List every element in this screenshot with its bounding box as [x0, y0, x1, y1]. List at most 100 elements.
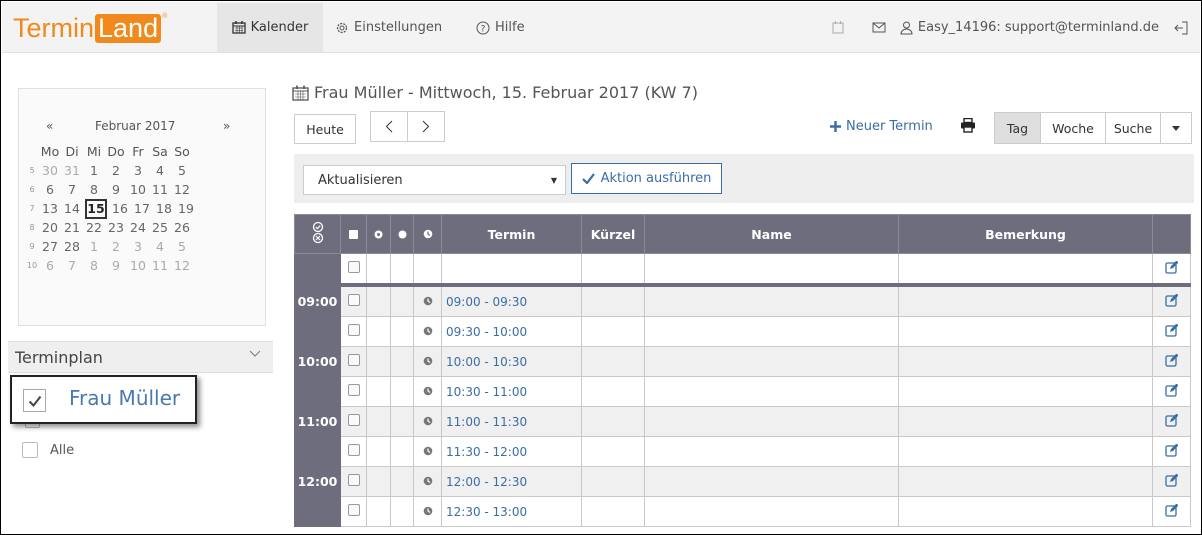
row-checkbox[interactable]: [347, 414, 360, 426]
edit-cell[interactable]: [1152, 496, 1191, 527]
edit-cell[interactable]: [1152, 284, 1191, 317]
calendar-day[interactable]: 21: [61, 220, 83, 235]
action-select[interactable]: Aktualisieren ▼: [303, 165, 566, 195]
calendar-day[interactable]: 26: [171, 220, 193, 235]
calendar-day[interactable]: 12: [171, 258, 193, 273]
calendar-day[interactable]: 7: [61, 182, 83, 197]
termin-header[interactable]: Termin: [441, 214, 582, 254]
bemerkung-cell[interactable]: [898, 406, 1153, 437]
name-header[interactable]: Name: [644, 214, 899, 254]
alle-checkbox[interactable]: [22, 442, 38, 458]
view-suche-button[interactable]: Suche: [1105, 112, 1161, 144]
calendar-day[interactable]: 18: [153, 201, 175, 216]
calendar-day[interactable]: 4: [149, 239, 171, 254]
calendar-day[interactable]: 27: [39, 239, 61, 254]
execute-action-button[interactable]: Aktion ausführen: [571, 163, 722, 194]
edit-cell[interactable]: [1152, 466, 1191, 497]
name-cell[interactable]: [644, 466, 899, 497]
edit-icon[interactable]: [1165, 323, 1179, 337]
edit-icon[interactable]: [1165, 353, 1179, 367]
name-cell[interactable]: [644, 436, 899, 467]
name-cell[interactable]: [644, 376, 899, 407]
bemerkung-cell[interactable]: [898, 253, 1153, 287]
calendar-day[interactable]: 6: [39, 182, 61, 197]
calendar-day[interactable]: 1: [83, 239, 105, 254]
view-tag-button[interactable]: Tag: [994, 112, 1041, 144]
calendar-day[interactable]: 5: [171, 163, 193, 178]
name-cell[interactable]: [644, 496, 899, 527]
row-checkbox-cell[interactable]: [340, 436, 367, 467]
row-checkbox-cell[interactable]: [340, 253, 367, 287]
calendar-day[interactable]: 31: [61, 163, 83, 178]
name-cell[interactable]: [644, 316, 899, 347]
edit-icon[interactable]: [1165, 293, 1179, 307]
select-all-header[interactable]: [294, 214, 341, 254]
row-checkbox[interactable]: [347, 261, 360, 273]
calendar-day[interactable]: 3: [127, 163, 149, 178]
calendar-day[interactable]: 16: [109, 201, 131, 216]
bemerkung-header[interactable]: Bemerkung: [898, 214, 1153, 254]
edit-cell[interactable]: [1152, 436, 1191, 467]
termin-link[interactable]: 11:00 - 11:30: [441, 406, 582, 437]
name-cell[interactable]: [644, 284, 899, 317]
calendar-day[interactable]: 10: [127, 258, 149, 273]
calendar-small-icon[interactable]: [832, 21, 844, 34]
row-checkbox-cell[interactable]: [340, 284, 367, 317]
calendar-day[interactable]: 10: [127, 182, 149, 197]
row-checkbox-cell[interactable]: [340, 496, 367, 527]
termin-link[interactable]: 12:00 - 12:30: [441, 466, 582, 497]
calendar-day[interactable]: 8: [83, 182, 105, 197]
edit-icon[interactable]: [1165, 383, 1179, 397]
bemerkung-cell[interactable]: [898, 436, 1153, 467]
terminplan-item-alle[interactable]: Alle: [22, 442, 74, 458]
table-row[interactable]: 11:30 - 12:00: [294, 436, 1191, 467]
calendar-next-button[interactable]: »: [223, 119, 230, 133]
checked-checkbox[interactable]: [23, 389, 46, 412]
row-checkbox[interactable]: [347, 354, 360, 366]
table-row[interactable]: 10:30 - 11:00: [294, 376, 1191, 407]
table-row[interactable]: 10:00 10:00 - 10:30: [294, 346, 1191, 377]
calendar-day[interactable]: 28: [61, 239, 83, 254]
checkbox-header[interactable]: [340, 214, 367, 254]
terminplan-header[interactable]: Terminplan: [8, 341, 273, 373]
calendar-day[interactable]: 6: [39, 258, 61, 273]
name-cell[interactable]: [644, 406, 899, 437]
row-checkbox-cell[interactable]: [340, 316, 367, 347]
termin-link[interactable]: 10:30 - 11:00: [441, 376, 582, 407]
bemerkung-cell[interactable]: [898, 284, 1153, 317]
calendar-day[interactable]: 9: [105, 258, 127, 273]
edit-cell[interactable]: [1152, 316, 1191, 347]
terminland-logo[interactable]: Termin Land ®: [13, 13, 167, 43]
row-checkbox[interactable]: [347, 444, 360, 456]
new-appointment-button[interactable]: Neuer Termin: [830, 119, 933, 134]
table-row[interactable]: 09:00 09:00 - 09:30: [294, 284, 1191, 317]
view-woche-button[interactable]: Woche: [1040, 112, 1106, 144]
nav-einstellungen[interactable]: Einstellungen: [335, 3, 442, 52]
termin-link[interactable]: 09:00 - 09:30: [441, 284, 582, 317]
termin-link[interactable]: 09:30 - 10:00: [441, 316, 582, 347]
edit-icon[interactable]: [1165, 413, 1179, 427]
view-dropdown-button[interactable]: [1160, 112, 1192, 144]
calendar-day[interactable]: 3: [127, 239, 149, 254]
row-checkbox[interactable]: [347, 474, 360, 486]
table-row[interactable]: 11:00 11:00 - 11:30: [294, 406, 1191, 437]
calendar-prev-button[interactable]: «: [46, 119, 53, 133]
bemerkung-cell[interactable]: [898, 466, 1153, 497]
bemerkung-cell[interactable]: [898, 346, 1153, 377]
bemerkung-cell[interactable]: [898, 316, 1153, 347]
calendar-day-selected[interactable]: 15: [85, 198, 107, 219]
table-row[interactable]: 12:00 12:00 - 12:30: [294, 466, 1191, 497]
calendar-day[interactable]: 13: [39, 201, 61, 216]
nav-hilfe[interactable]: ? Hilfe: [476, 3, 525, 52]
termin-link[interactable]: 11:30 - 12:00: [441, 436, 582, 467]
table-row[interactable]: 09:30 - 10:00: [294, 316, 1191, 347]
edit-cell[interactable]: [1152, 253, 1191, 287]
row-checkbox[interactable]: [347, 504, 360, 516]
calendar-day[interactable]: 11: [149, 182, 171, 197]
print-button[interactable]: [960, 117, 976, 136]
kuerzel-header[interactable]: Kürzel: [581, 214, 645, 254]
calendar-day[interactable]: 2: [105, 239, 127, 254]
edit-cell[interactable]: [1152, 406, 1191, 437]
prev-day-button[interactable]: [370, 111, 408, 142]
nav-kalender[interactable]: Kalender: [217, 3, 323, 52]
